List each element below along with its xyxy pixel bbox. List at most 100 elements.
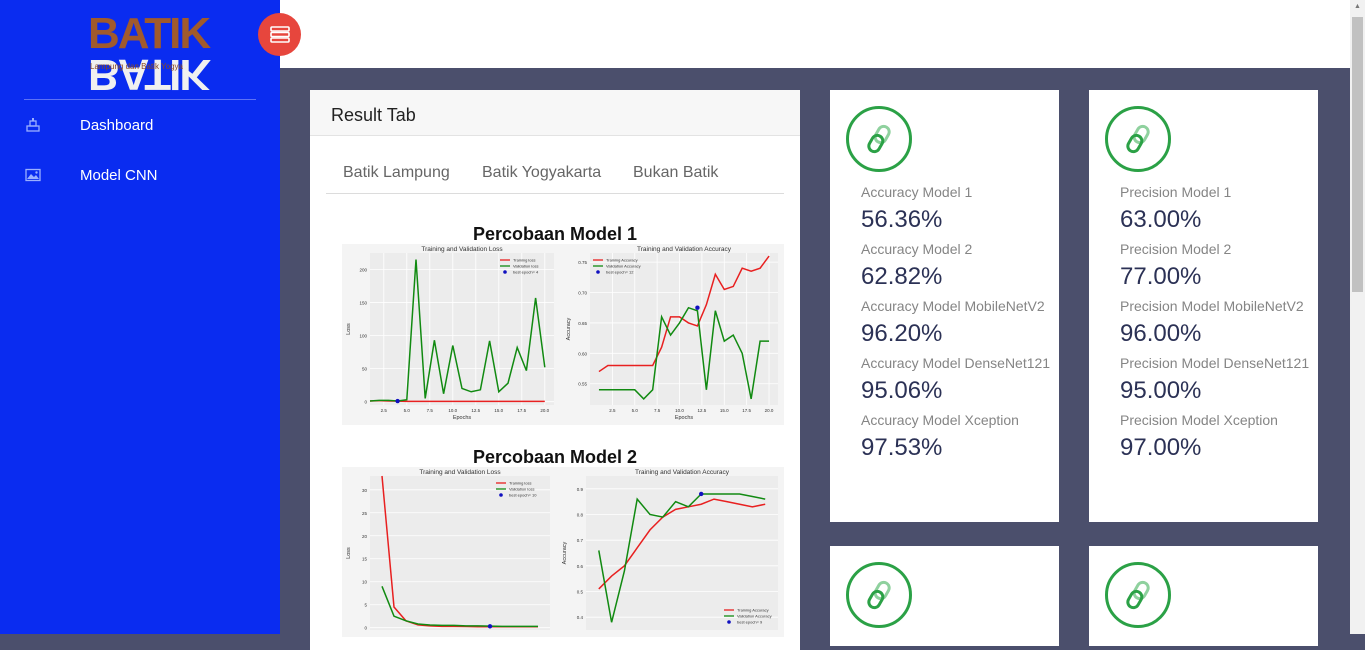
sidebar-item-model-cnn[interactable]: Model CNN — [0, 155, 280, 195]
x-axis-label: Epochs — [453, 415, 472, 421]
chart-legend: Training lossValidation lossbest epoch= … — [496, 481, 537, 498]
y-tick-label: 0.6 — [577, 564, 584, 569]
precision-label: Precision Model MobileNetV2 — [1120, 298, 1304, 314]
x-tick-label: 2.5 — [609, 408, 616, 413]
precision-card: Precision Model 1 63.00% Precision Model 2… — [1089, 90, 1318, 522]
best-epoch-point — [395, 398, 400, 404]
legend-swatch — [499, 493, 503, 497]
accuracy-value: 56.36% — [861, 206, 943, 233]
accuracy-value: 97.53% — [861, 434, 943, 461]
x-tick-label: 15.0 — [494, 408, 503, 413]
dashboard-icon — [26, 118, 40, 132]
tab-batik-yogyakarta[interactable]: Batik Yogyakarta — [482, 164, 601, 182]
stat-card-4 — [1089, 546, 1318, 646]
x-tick-label: 12.5 — [698, 408, 707, 413]
accuracy-list: Accuracy Model 1 56.36% Accuracy Model 2 62… — [861, 180, 1051, 465]
y-tick-label: 25 — [362, 511, 368, 516]
chart-title: Training and Validation Accuracy — [635, 469, 730, 476]
link-icon — [846, 562, 912, 628]
stat-card-3 — [830, 546, 1059, 646]
sidebar-divider — [24, 99, 256, 100]
x-tick-label: 7.5 — [427, 408, 434, 413]
x-tick-label: 17.5 — [742, 408, 751, 413]
legend-label: Training Accuracy — [737, 608, 769, 613]
chart-legend: Training lossValidation lossbest epoch= … — [500, 258, 539, 275]
legend-label: best epoch= 12 — [606, 270, 634, 275]
y-tick-label: 30 — [362, 488, 368, 493]
best-epoch-point — [487, 624, 493, 629]
accuracy-value: 96.20% — [861, 320, 943, 347]
scroll-up-icon[interactable]: ▲ — [1354, 3, 1361, 10]
x-tick-label: 2.5 — [381, 408, 388, 413]
y-tick-label: 0.75 — [578, 260, 587, 265]
result-card: Result Tab Batik Lampung Batik Yogyakart… — [310, 90, 800, 650]
accuracy-label: Accuracy Model Xception — [861, 412, 1019, 428]
accuracy-card: Accuracy Model 1 56.36% Accuracy Model 2 62… — [830, 90, 1059, 522]
legend-label: Training loss — [513, 258, 536, 263]
accuracy-label: Accuracy Model DenseNet121 — [861, 355, 1051, 371]
y-axis-label: Loss — [346, 547, 352, 559]
plot-area — [370, 476, 550, 630]
legend-swatch — [596, 270, 600, 274]
accuracy-label: Accuracy Model 2 — [861, 241, 973, 257]
y-tick-label: 0.60 — [578, 351, 587, 356]
legend-label: Validation Accuracy — [737, 614, 772, 619]
legend-swatch — [727, 620, 731, 624]
y-axis-label: Loss — [346, 323, 352, 335]
legend-label: Validation loss — [509, 487, 535, 492]
top-bar — [280, 0, 1350, 68]
y-tick-label: 150 — [359, 301, 367, 306]
x-tick-label: 7.5 — [654, 408, 661, 413]
sidebar-item-label: Model CNN — [80, 166, 158, 184]
chart-title: Training and Validation Loss — [419, 469, 501, 476]
precision-value: 97.00% — [1120, 434, 1202, 461]
y-tick-label: 0.55 — [578, 382, 587, 387]
plot-area — [370, 253, 554, 405]
best-epoch-point — [699, 491, 704, 497]
sidebar-toggle-button[interactable] — [258, 13, 301, 56]
logo-reflection: BATIK — [88, 50, 210, 99]
sidebar: BATIK BATIK Lampung dan Batik Yogya Dash… — [0, 0, 280, 634]
y-tick-label: 0.9 — [577, 487, 584, 492]
y-tick-label: 0.8 — [577, 513, 584, 518]
figure-model-2: 0 5 10 15 20 25 30 Training and Validation Loss… — [342, 467, 784, 637]
precision-label: Precision Model 2 — [1120, 241, 1232, 257]
chart-title: Training and Validation Accuracy — [637, 246, 732, 253]
logo-tagline: Lampung dan Batik Yogya — [90, 62, 183, 71]
precision-value: 63.00% — [1120, 206, 1202, 233]
y-axis-label: Accuracy — [562, 541, 568, 564]
x-tick-label: 15.0 — [720, 408, 729, 413]
x-tick-label: 5.0 — [404, 408, 411, 413]
legend-label: best epoch= 10 — [509, 493, 537, 498]
accuracy-label: Accuracy Model MobileNetV2 — [861, 298, 1045, 314]
x-tick-label: 5.0 — [632, 408, 639, 413]
result-card-title: Result Tab — [310, 90, 800, 136]
accuracy-value: 95.06% — [861, 377, 943, 404]
y-tick-label: 0.70 — [578, 291, 587, 296]
link-icon — [1105, 562, 1171, 628]
sidebar-item-dashboard[interactable]: Dashboard — [0, 105, 280, 145]
tab-batik-lampung[interactable]: Batik Lampung — [343, 164, 450, 182]
legend-label: best epoch= 9 — [737, 620, 763, 625]
accuracy-value: 62.82% — [861, 263, 943, 290]
precision-value: 95.00% — [1120, 377, 1202, 404]
accuracy-label: Accuracy Model 1 — [861, 184, 973, 200]
precision-value: 77.00% — [1120, 263, 1202, 290]
y-tick-label: 0.4 — [577, 615, 584, 620]
y-tick-label: 5 — [364, 603, 367, 608]
y-tick-label: 10 — [362, 580, 368, 585]
legend-label: Validation loss — [513, 264, 539, 269]
legend-label: Training Accuracy — [606, 258, 638, 263]
link-icon — [1105, 106, 1171, 172]
result-tabs: Batik Lampung Batik Yogyakarta Bukan Bat… — [326, 156, 784, 194]
precision-label: Precision Model 1 — [1120, 184, 1232, 200]
chart-title: Training and Validation Loss — [421, 246, 503, 253]
brand-logo[interactable]: BATIK BATIK Lampung dan Batik Yogya — [88, 12, 211, 100]
x-tick-label: 20.0 — [540, 408, 549, 413]
link-icon — [846, 106, 912, 172]
page-scrollbar[interactable]: ▲ — [1350, 0, 1365, 634]
legend-label: Training loss — [509, 481, 532, 486]
tab-bukan-batik[interactable]: Bukan Batik — [633, 164, 718, 182]
scrollbar-thumb[interactable] — [1352, 17, 1363, 292]
x-tick-label: 12.5 — [471, 408, 480, 413]
